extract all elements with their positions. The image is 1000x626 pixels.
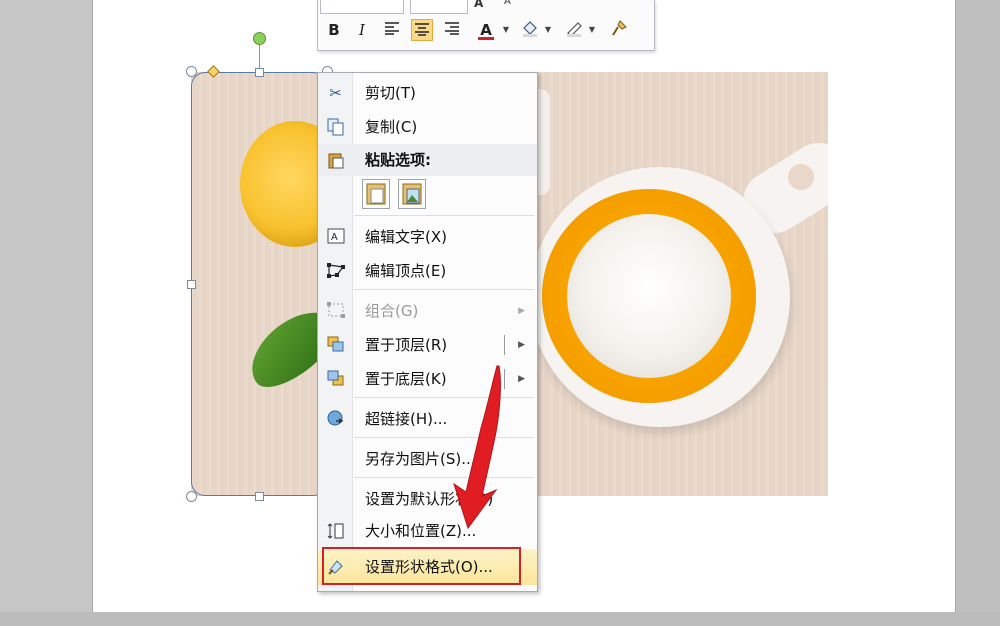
resize-handle-top[interactable] — [255, 68, 264, 77]
menu-item-bring-to-front[interactable]: 置于顶层(R) ▶ — [318, 329, 537, 361]
paste-picture-icon — [402, 183, 422, 205]
font-color-dropdown[interactable]: ▼ — [501, 19, 511, 41]
split-divider — [504, 335, 505, 355]
mini-toolbar: A A B I A ▼ ▼ ▼ — [317, 0, 655, 51]
font-color-bar — [478, 37, 494, 40]
menu-separator — [354, 289, 534, 290]
paste-keep-text-icon — [366, 183, 386, 205]
menu-item-edit-text[interactable]: A 编辑文字(X) — [318, 221, 537, 253]
scissors-icon: ✂ — [329, 84, 342, 102]
align-left-button[interactable] — [381, 19, 403, 41]
juicer-reamer — [567, 214, 731, 378]
font-size-field[interactable] — [410, 0, 468, 14]
hyperlink-icon — [326, 410, 345, 428]
menu-item-hyperlink[interactable]: 超链接(H)... — [318, 403, 537, 435]
align-right-button[interactable] — [441, 19, 463, 41]
paste-picture-button[interactable] — [398, 179, 426, 209]
rotation-handle[interactable] — [253, 32, 266, 45]
selected-shape-outline[interactable] — [191, 72, 327, 496]
fill-color-dropdown[interactable]: ▼ — [543, 19, 553, 41]
menu-item-label: 超链接(H)... — [365, 410, 448, 428]
resize-handle-bottom[interactable] — [255, 492, 264, 501]
menu-item-copy[interactable]: 复制(C) — [318, 111, 537, 143]
align-right-icon — [445, 22, 459, 35]
menu-item-label: 另存为图片(S)... — [365, 450, 476, 468]
split-divider — [504, 369, 505, 389]
fill-color-button[interactable] — [519, 19, 541, 41]
bold-button[interactable]: B — [323, 19, 345, 41]
menu-item-group[interactable]: 组合(G) ▶ — [318, 295, 537, 327]
menu-item-label: 粘贴选项: — [365, 151, 431, 169]
menu-item-label: 大小和位置(Z)... — [365, 522, 477, 540]
menu-item-label: 设置为默认形状(D) — [365, 490, 494, 508]
paste-icon — [326, 151, 345, 169]
menu-separator — [354, 397, 534, 398]
pencil-outline-icon — [567, 22, 582, 37]
menu-item-save-as-picture[interactable]: 另存为图片(S)... — [318, 443, 537, 475]
resize-handle-left[interactable] — [187, 280, 196, 289]
copy-icon — [326, 118, 345, 136]
outline-color-button[interactable] — [563, 19, 585, 41]
submenu-arrow-icon[interactable]: ▶ — [518, 329, 525, 361]
menu-item-edit-points[interactable]: 编辑顶点(E) — [318, 255, 537, 287]
italic-button[interactable]: I — [351, 19, 373, 41]
svg-text:A: A — [331, 232, 338, 243]
bring-to-front-icon — [326, 336, 345, 354]
menu-item-label: 组合(G) — [365, 302, 419, 320]
align-left-icon — [385, 22, 399, 35]
highlight-annotation-box — [322, 547, 521, 585]
menu-item-label: 置于底层(K) — [365, 370, 447, 388]
menu-item-label: 编辑文字(X) — [365, 228, 447, 246]
format-painter-icon — [612, 20, 627, 36]
menu-item-label: 复制(C) — [365, 118, 418, 136]
menu-section-paste-options: 粘贴选项: — [318, 144, 537, 176]
align-center-icon — [415, 23, 429, 36]
menu-item-label: 置于顶层(R) — [365, 336, 448, 354]
workspace-background — [0, 0, 93, 626]
menu-separator — [354, 215, 534, 216]
outline-color-dropdown[interactable]: ▼ — [587, 19, 597, 41]
workspace-bottom — [0, 612, 1000, 626]
menu-separator — [354, 477, 534, 478]
submenu-arrow-icon: ▶ — [518, 306, 525, 316]
edit-text-icon: A — [326, 228, 345, 246]
send-to-back-icon — [326, 370, 345, 388]
resize-handle-top-left[interactable] — [186, 66, 197, 77]
resize-handle-bottom-left[interactable] — [186, 491, 197, 502]
paste-keep-text-button[interactable] — [362, 179, 390, 209]
menu-item-label: 编辑顶点(E) — [365, 262, 447, 280]
group-icon — [326, 302, 345, 320]
edit-points-icon — [326, 262, 345, 280]
menu-item-send-to-back[interactable]: 置于底层(K) ▶ — [318, 363, 537, 395]
menu-item-size-position[interactable]: 大小和位置(Z)... — [318, 515, 537, 547]
align-center-button[interactable] — [411, 19, 433, 41]
shrink-font-icon[interactable]: A — [504, 0, 511, 7]
font-color-button[interactable]: A — [475, 19, 497, 41]
menu-separator — [354, 437, 534, 438]
menu-item-label: 剪切(T) — [365, 84, 416, 102]
context-menu: ✂ 剪切(T) 复制(C) 粘贴选项: A 编辑文字(X) 编辑顶点(E) 组合… — [317, 72, 538, 592]
paint-bucket-icon — [523, 21, 537, 37]
submenu-arrow-icon[interactable]: ▶ — [518, 363, 525, 395]
font-name-field[interactable] — [320, 0, 404, 14]
menu-item-set-default-shape[interactable]: 设置为默认形状(D) — [318, 483, 537, 515]
juicer-handle-hole — [788, 164, 814, 190]
size-position-icon — [326, 522, 345, 540]
menu-item-cut[interactable]: ✂ 剪切(T) — [318, 77, 537, 109]
grow-font-icon[interactable]: A — [474, 0, 483, 10]
format-painter-button[interactable] — [608, 19, 630, 41]
